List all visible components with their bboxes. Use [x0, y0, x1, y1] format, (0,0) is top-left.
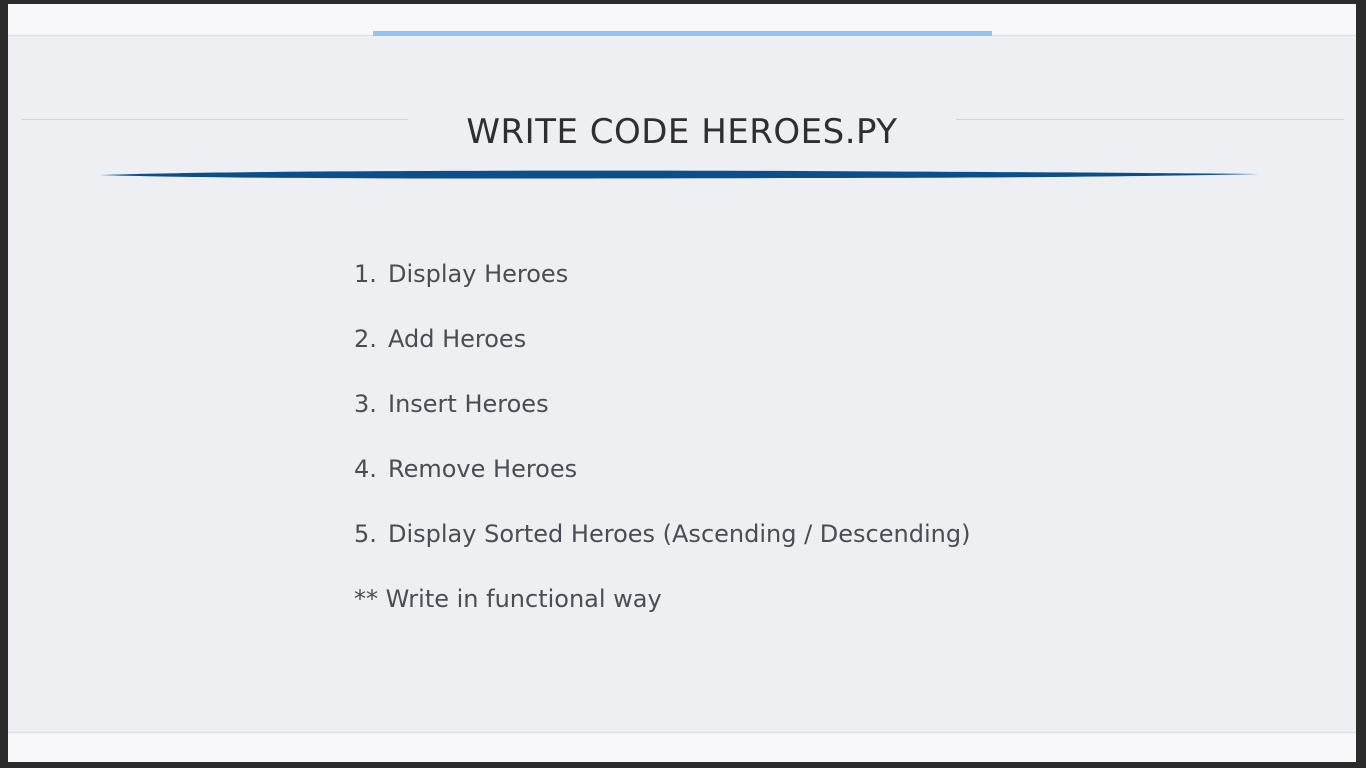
list-text: Insert Heroes	[388, 389, 549, 418]
list-number: 2.	[354, 324, 377, 353]
list-item: 4. Remove Heroes	[354, 436, 1254, 501]
list-number: 3.	[354, 389, 377, 418]
slide-bottom-band	[8, 732, 1356, 762]
title-rule-right	[956, 119, 1344, 120]
list-number: 4.	[354, 454, 377, 483]
list-item: 5. Display Sorted Heroes (Ascending / De…	[354, 501, 1254, 566]
list-text: Add Heroes	[388, 324, 527, 353]
slide: WRITE CODE HEROES.PY 1. Display Heroes 2…	[8, 4, 1356, 762]
slide-note: ** Write in functional way	[354, 584, 662, 613]
list-text: Display Heroes	[388, 259, 569, 288]
presentation-frame: WRITE CODE HEROES.PY 1. Display Heroes 2…	[0, 0, 1366, 768]
title-underline-brush	[100, 170, 1260, 179]
slide-content: 1. Display Heroes 2. Add Heroes 3. Inser…	[354, 241, 1254, 631]
list-item: 2. Add Heroes	[354, 306, 1254, 371]
slide-title: WRITE CODE HEROES.PY	[466, 112, 898, 152]
list-text: Remove Heroes	[388, 454, 578, 483]
list-item: 3. Insert Heroes	[354, 371, 1254, 436]
title-rule-left	[22, 119, 408, 120]
list-number: 5.	[354, 519, 377, 548]
list-number: 1.	[354, 259, 377, 288]
accent-bar	[373, 31, 992, 36]
list-text: Display Sorted Heroes (Ascending / Desce…	[388, 519, 971, 548]
list-item: 1. Display Heroes	[354, 241, 1254, 306]
